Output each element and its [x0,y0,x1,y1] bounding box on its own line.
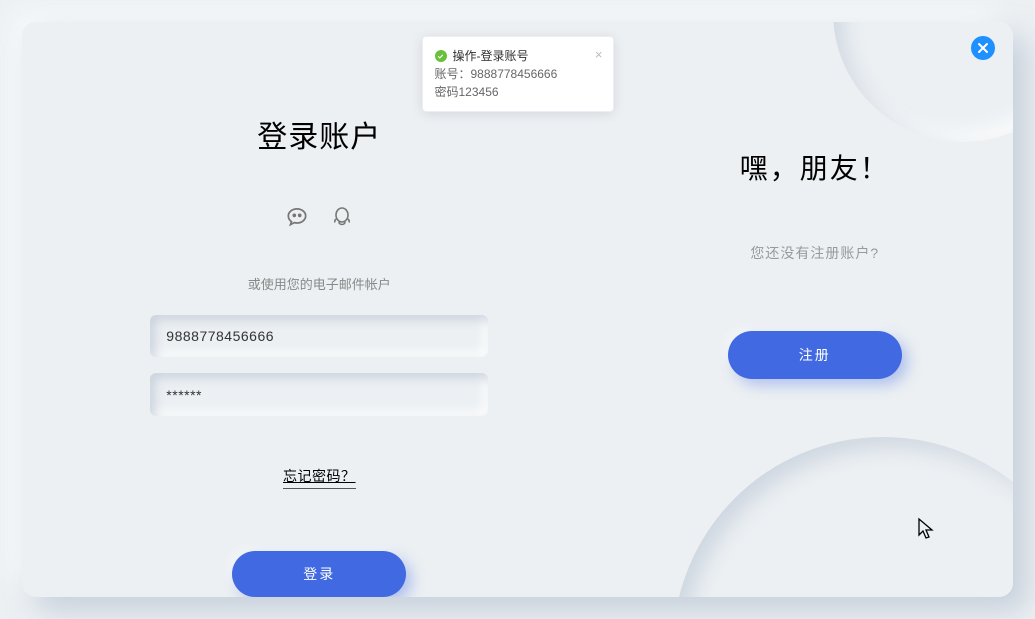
forgot-password-link[interactable]: 忘记密码？ [283,466,356,489]
username-input-wrap [150,315,488,357]
toast-close-icon[interactable]: × [595,45,603,65]
promo-subtitle: 您还没有注册账户? [750,243,879,263]
username-input[interactable] [166,328,472,344]
toast-line-2: 密码123456 [435,83,601,101]
close-icon[interactable] [971,36,995,60]
check-icon [435,50,447,62]
toast-title: 操作-登录账号 [453,47,529,65]
wechat-icon[interactable] [284,204,310,230]
login-button[interactable]: 登录 [232,551,406,597]
password-input-wrap [150,373,488,415]
decorative-circle-bottom [673,437,1013,597]
notification-toast: 操作-登录账号 账号：9888778456666 密码123456 × [422,36,614,112]
login-hint-text: 或使用您的电子邮件帐户 [248,274,391,293]
qq-icon[interactable] [330,204,354,230]
register-promo-panel: 嘿，朋友！ 您还没有注册账户? 注册 [617,22,1013,597]
login-title: 登录账户 [257,112,381,156]
social-login-row [284,204,354,230]
password-input[interactable] [166,387,472,403]
register-button[interactable]: 注册 [728,331,902,379]
toast-line-1: 账号：9888778456666 [435,65,601,83]
promo-title: 嘿，朋友！ [740,147,890,187]
